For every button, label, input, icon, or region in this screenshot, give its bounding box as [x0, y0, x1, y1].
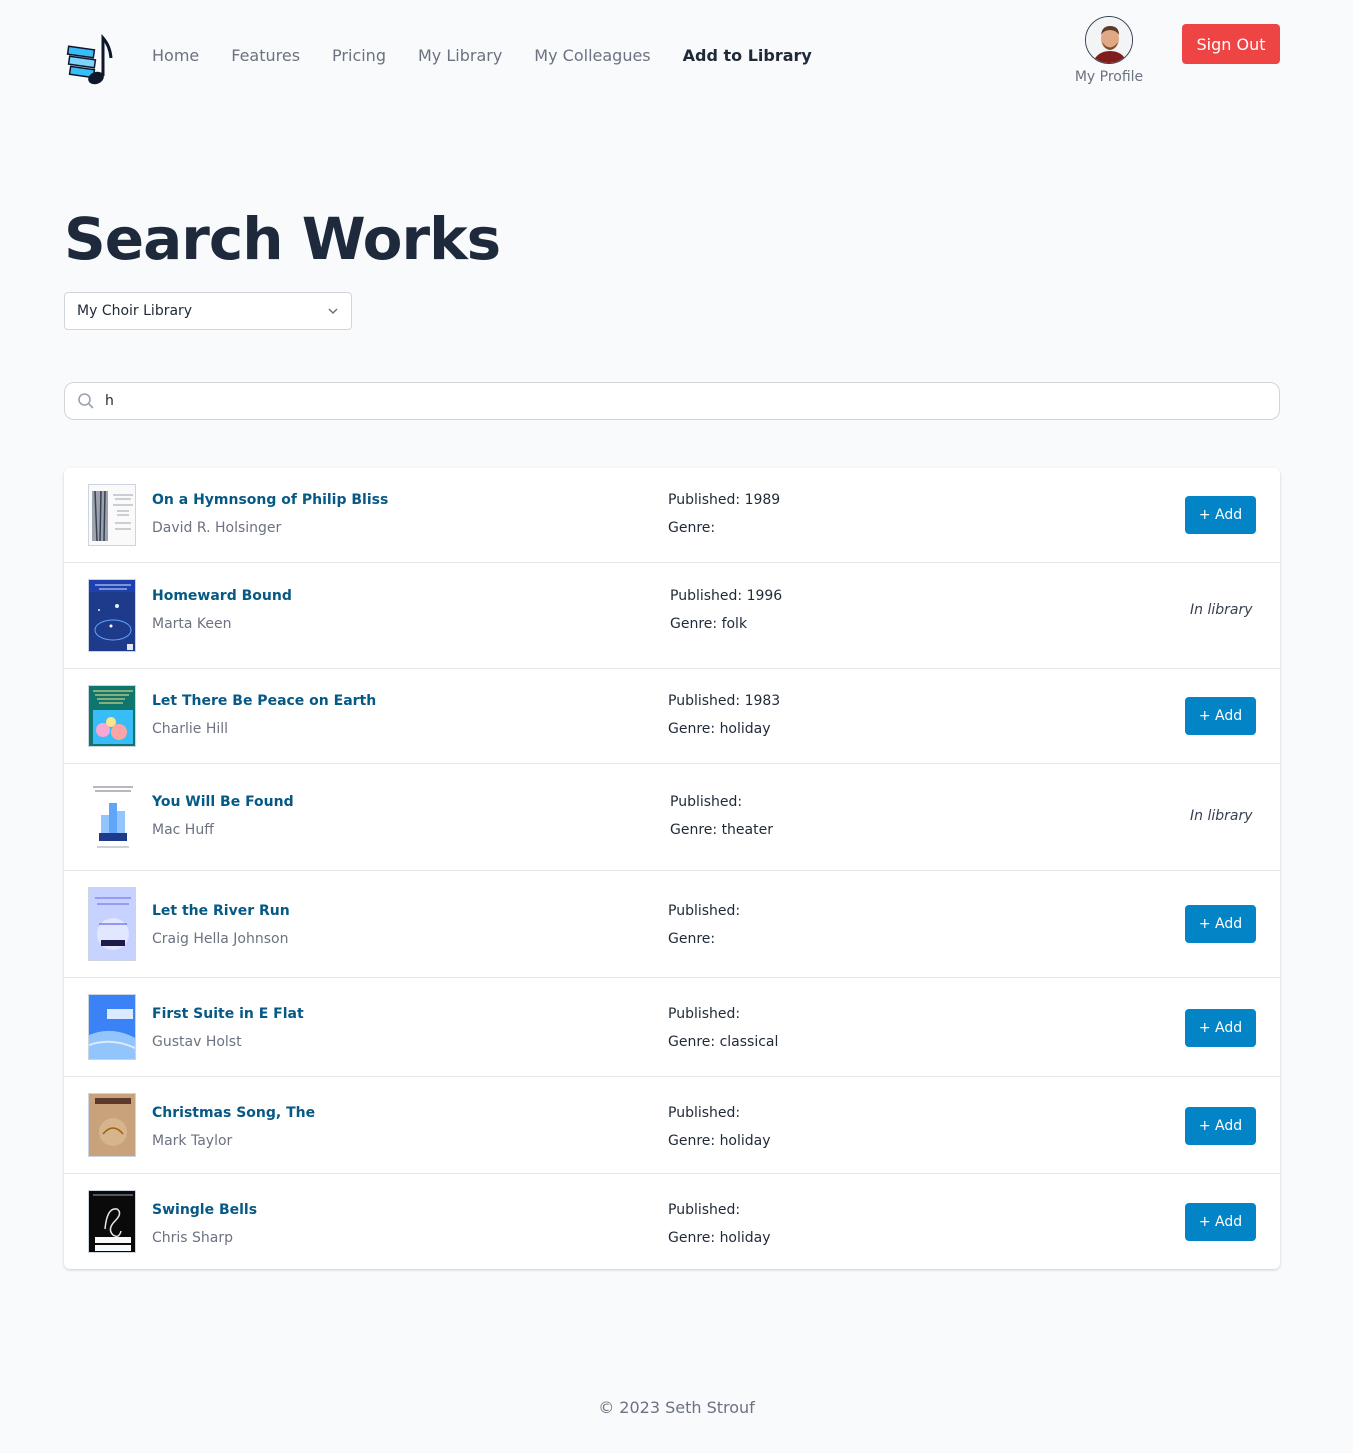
- site-header: Home Features Pricing My Library My Coll…: [0, 0, 1353, 110]
- library-select[interactable]: My Choir Library: [64, 292, 352, 330]
- profile-link[interactable]: My Profile: [1070, 16, 1148, 85]
- nav-pricing[interactable]: Pricing: [332, 44, 386, 68]
- work-title-link[interactable]: Swingle Bells: [152, 1202, 257, 1218]
- nav-add-to-library[interactable]: Add to Library: [683, 44, 812, 68]
- nav-home[interactable]: Home: [152, 44, 199, 68]
- work-composer: Charlie Hill: [152, 721, 229, 737]
- score-cover-thumbnail: [88, 780, 136, 854]
- list-item: Swingle Bells Chris Sharp Published: Gen…: [64, 1174, 1280, 1269]
- work-title-link[interactable]: First Suite in E Flat: [152, 1006, 304, 1022]
- add-button[interactable]: + Add: [1185, 905, 1256, 943]
- work-genre: Genre:: [668, 520, 716, 536]
- work-genre: Genre: classical: [668, 1034, 779, 1050]
- score-cover-thumbnail: [88, 685, 136, 747]
- list-item: First Suite in E Flat Gustav Holst Publi…: [64, 978, 1280, 1077]
- avatar[interactable]: [1085, 16, 1133, 64]
- work-genre: Genre:: [668, 931, 716, 947]
- score-cover-thumbnail: [88, 484, 136, 546]
- work-genre: Genre: folk: [670, 616, 748, 632]
- score-cover-thumbnail: [88, 579, 136, 652]
- work-genre: Genre: holiday: [668, 1230, 771, 1246]
- add-button[interactable]: + Add: [1185, 1203, 1256, 1241]
- work-genre: Genre: theater: [670, 822, 773, 838]
- in-library-status: In library: [1190, 808, 1253, 824]
- work-composer: Chris Sharp: [152, 1230, 234, 1246]
- work-title-link[interactable]: You Will Be Found: [152, 794, 294, 810]
- app-logo-icon[interactable]: [66, 34, 114, 86]
- footer-copyright: © 2023 Seth Strouf: [598, 1398, 755, 1417]
- work-composer: Marta Keen: [152, 616, 232, 632]
- work-genre: Genre: holiday: [668, 1133, 771, 1149]
- list-item: Christmas Song, The Mark Taylor Publishe…: [64, 1077, 1280, 1174]
- sign-out-button[interactable]: Sign Out: [1182, 24, 1280, 64]
- add-button[interactable]: + Add: [1185, 1107, 1256, 1145]
- search-bar: [64, 382, 1280, 420]
- page-title: Search Works: [64, 205, 501, 273]
- nav-my-library[interactable]: My Library: [418, 44, 502, 68]
- list-item: Homeward Bound Marta Keen Published: 199…: [64, 563, 1280, 669]
- list-item: Let the River Run Craig Hella Johnson Pu…: [64, 871, 1280, 978]
- score-cover-thumbnail: [88, 994, 136, 1060]
- work-published: Published:: [670, 794, 743, 810]
- add-button[interactable]: + Add: [1185, 697, 1256, 735]
- work-composer: Mac Huff: [152, 822, 214, 838]
- chevron-down-icon: [328, 308, 338, 315]
- nav-my-colleagues[interactable]: My Colleagues: [534, 44, 650, 68]
- work-title-link[interactable]: Let There Be Peace on Earth: [152, 693, 376, 709]
- work-composer: Gustav Holst: [152, 1034, 242, 1050]
- search-icon: [78, 393, 94, 409]
- in-library-status: In library: [1190, 602, 1253, 618]
- nav-features[interactable]: Features: [231, 44, 300, 68]
- results-list: On a Hymnsong of Philip Bliss David R. H…: [64, 468, 1280, 1269]
- add-button[interactable]: + Add: [1185, 1009, 1256, 1047]
- work-published: Published:: [668, 903, 741, 919]
- score-cover-thumbnail: [88, 1190, 136, 1253]
- work-published: Published:: [668, 1202, 741, 1218]
- list-item: Let There Be Peace on Earth Charlie Hill…: [64, 669, 1280, 764]
- list-item: On a Hymnsong of Philip Bliss David R. H…: [64, 468, 1280, 563]
- work-title-link[interactable]: On a Hymnsong of Philip Bliss: [152, 492, 388, 508]
- score-cover-thumbnail: [88, 1093, 136, 1157]
- library-select-value: My Choir Library: [77, 303, 193, 319]
- work-published: Published: 1989: [668, 492, 781, 508]
- work-composer: Craig Hella Johnson: [152, 931, 289, 947]
- work-published: Published: 1983: [668, 693, 781, 709]
- work-title-link[interactable]: Let the River Run: [152, 903, 290, 919]
- work-composer: David R. Holsinger: [152, 520, 282, 536]
- add-button[interactable]: + Add: [1185, 496, 1256, 534]
- list-item: You Will Be Found Mac Huff Published: Ge…: [64, 764, 1280, 871]
- work-genre: Genre: holiday: [668, 721, 771, 737]
- work-published: Published: 1996: [670, 588, 783, 604]
- work-published: Published:: [668, 1006, 741, 1022]
- work-title-link[interactable]: Christmas Song, The: [152, 1105, 315, 1121]
- profile-label[interactable]: My Profile: [1070, 69, 1148, 85]
- score-cover-thumbnail: [88, 887, 136, 961]
- work-published: Published:: [668, 1105, 741, 1121]
- main-nav: Home Features Pricing My Library My Coll…: [152, 44, 812, 68]
- work-composer: Mark Taylor: [152, 1133, 233, 1149]
- search-input[interactable]: [105, 393, 1255, 409]
- work-title-link[interactable]: Homeward Bound: [152, 588, 292, 604]
